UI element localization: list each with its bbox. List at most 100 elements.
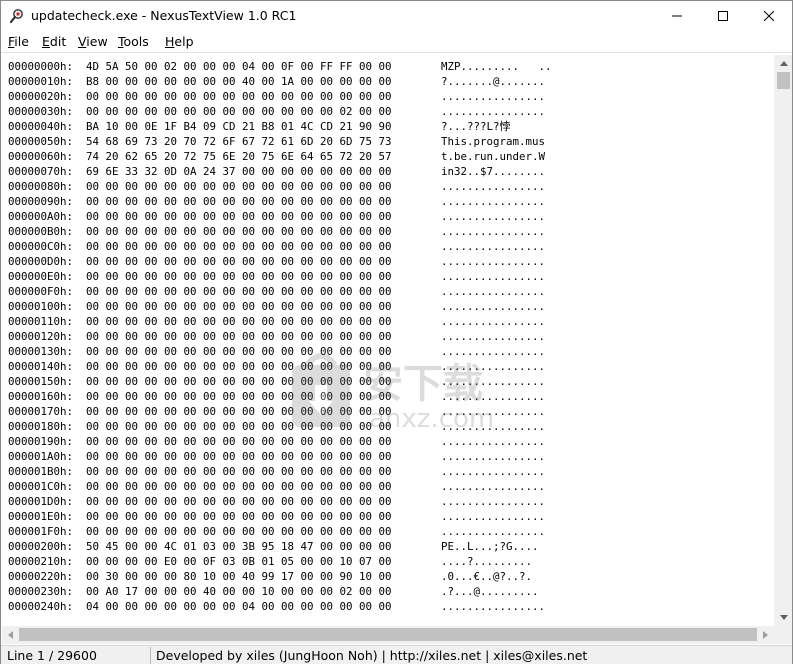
- hex-address: 00000210h:: [8, 555, 74, 568]
- scroll-down-button[interactable]: [775, 609, 792, 626]
- hex-address: 00000150h:: [8, 375, 74, 388]
- scroll-up-button[interactable]: [775, 55, 792, 72]
- hex-row[interactable]: 000000A0h: 00 00 00 00 00 00 00 00 00 00 …: [8, 209, 552, 224]
- hex-ascii: ................: [441, 600, 546, 613]
- hex-address: 00000170h:: [8, 405, 74, 418]
- vertical-scrollbar[interactable]: [774, 55, 792, 626]
- menu-help[interactable]: Help: [165, 34, 194, 49]
- hex-row[interactable]: 00000200h: 50 45 00 00 4C 01 03 00 3B 95 …: [8, 539, 552, 554]
- hex-ascii: ................: [441, 480, 546, 493]
- hex-row[interactable]: 00000050h: 54 68 69 73 20 70 72 6F 67 72 …: [8, 134, 552, 149]
- magnifier-app-icon[interactable]: [9, 8, 25, 24]
- vertical-scroll-thumb[interactable]: [777, 72, 790, 89]
- hex-row[interactable]: 00000230h: 00 A0 17 00 00 00 40 00 00 10 …: [8, 584, 552, 599]
- hex-row[interactable]: 00000160h: 00 00 00 00 00 00 00 00 00 00 …: [8, 389, 552, 404]
- status-divider: [150, 647, 151, 664]
- chevron-up-icon: [779, 61, 788, 66]
- scroll-left-button[interactable]: [2, 626, 19, 643]
- menu-tools[interactable]: Tools: [118, 34, 149, 49]
- hex-row[interactable]: 00000110h: 00 00 00 00 00 00 00 00 00 00 …: [8, 314, 552, 329]
- hex-row[interactable]: 000001C0h: 00 00 00 00 00 00 00 00 00 00 …: [8, 479, 552, 494]
- menu-file[interactable]: File: [8, 34, 29, 49]
- hex-row[interactable]: 000001D0h: 00 00 00 00 00 00 00 00 00 00 …: [8, 494, 552, 509]
- hex-row[interactable]: 00000220h: 00 30 00 00 00 80 10 00 40 99 …: [8, 569, 552, 584]
- hex-address: 00000220h:: [8, 570, 74, 583]
- hex-row[interactable]: 00000010h: B8 00 00 00 00 00 00 00 40 00 …: [8, 74, 552, 89]
- menu-edit[interactable]: Edit: [42, 34, 66, 49]
- hex-row[interactable]: 000001E0h: 00 00 00 00 00 00 00 00 00 00 …: [8, 509, 552, 524]
- maximize-button[interactable]: [700, 1, 746, 31]
- title-bar[interactable]: updatecheck.exe - NexusTextView 1.0 RC1: [1, 1, 792, 31]
- hex-bytes: 00 00 00 00 00 00 00 00 00 00 00 00 00 0…: [86, 105, 392, 118]
- hex-row[interactable]: 00000170h: 00 00 00 00 00 00 00 00 00 00 …: [8, 404, 552, 419]
- horizontal-scrollbar[interactable]: [2, 626, 774, 644]
- hex-bytes: 00 00 00 00 00 00 00 00 00 00 00 00 00 0…: [86, 225, 392, 238]
- hex-row[interactable]: 00000190h: 00 00 00 00 00 00 00 00 00 00 …: [8, 434, 552, 449]
- hex-row[interactable]: 00000020h: 00 00 00 00 00 00 00 00 00 00 …: [8, 89, 552, 104]
- hex-row[interactable]: 000000C0h: 00 00 00 00 00 00 00 00 00 00 …: [8, 239, 552, 254]
- hex-bytes: 74 20 62 65 20 72 75 6E 20 75 6E 64 65 7…: [86, 150, 392, 163]
- hex-ascii: ................: [441, 210, 546, 223]
- hex-row[interactable]: 000000F0h: 00 00 00 00 00 00 00 00 00 00 …: [8, 284, 552, 299]
- hex-address: 000001A0h:: [8, 450, 74, 463]
- minimize-button[interactable]: [654, 1, 700, 31]
- hex-row[interactable]: 000001F0h: 00 00 00 00 00 00 00 00 00 00 …: [8, 524, 552, 539]
- hex-bytes: 00 00 00 00 00 00 00 00 00 00 00 00 00 0…: [86, 405, 392, 418]
- hex-ascii: PE..L...;?G....: [441, 540, 539, 553]
- hex-row[interactable]: 00000240h: 04 00 00 00 00 00 00 00 04 00 …: [8, 599, 552, 614]
- menu-edit-mnemonic: E: [42, 34, 50, 49]
- hex-view-area[interactable]: 00000000h: 4D 5A 50 00 02 00 00 00 04 00 …: [2, 55, 774, 626]
- hex-address: 00000050h:: [8, 135, 74, 148]
- status-credits: Developed by xiles (JungHoon Noh) | http…: [156, 648, 588, 663]
- hex-row[interactable]: 00000180h: 00 00 00 00 00 00 00 00 00 00 …: [8, 419, 552, 434]
- hex-ascii: ................: [441, 225, 546, 238]
- hex-bytes: 00 00 00 00 00 00 00 00 00 00 00 00 00 0…: [86, 195, 392, 208]
- hex-address: 00000180h:: [8, 420, 74, 433]
- hex-address: 000001F0h:: [8, 525, 74, 538]
- hex-row[interactable]: 000000E0h: 00 00 00 00 00 00 00 00 00 00 …: [8, 269, 552, 284]
- hex-bytes: BA 10 00 0E 1F B4 09 CD 21 B8 01 4C CD 2…: [86, 120, 392, 133]
- hex-row[interactable]: 000001B0h: 00 00 00 00 00 00 00 00 00 00 …: [8, 464, 552, 479]
- hex-bytes: 00 00 00 00 00 00 00 00 00 00 00 00 00 0…: [86, 495, 392, 508]
- hex-address: 00000000h:: [8, 60, 74, 73]
- hex-row[interactable]: 000000D0h: 00 00 00 00 00 00 00 00 00 00 …: [8, 254, 552, 269]
- chevron-down-icon: [779, 615, 788, 620]
- hex-row[interactable]: 00000070h: 69 6E 33 32 0D 0A 24 37 00 00 …: [8, 164, 552, 179]
- hex-row[interactable]: 00000140h: 00 00 00 00 00 00 00 00 00 00 …: [8, 359, 552, 374]
- hex-row[interactable]: 00000150h: 00 00 00 00 00 00 00 00 00 00 …: [8, 374, 552, 389]
- menu-view[interactable]: View: [78, 34, 108, 49]
- hex-address: 00000140h:: [8, 360, 74, 373]
- hex-row[interactable]: 00000080h: 00 00 00 00 00 00 00 00 00 00 …: [8, 179, 552, 194]
- hex-address: 00000040h:: [8, 120, 74, 133]
- hex-row[interactable]: 000000B0h: 00 00 00 00 00 00 00 00 00 00 …: [8, 224, 552, 239]
- hex-row[interactable]: 00000120h: 00 00 00 00 00 00 00 00 00 00 …: [8, 329, 552, 344]
- menu-edit-label: dit: [49, 34, 67, 49]
- close-button[interactable]: [746, 1, 792, 31]
- hex-ascii: ................: [441, 255, 546, 268]
- hex-row[interactable]: 00000030h: 00 00 00 00 00 00 00 00 00 00 …: [8, 104, 552, 119]
- hex-row[interactable]: 00000000h: 4D 5A 50 00 02 00 00 00 04 00 …: [8, 59, 552, 74]
- hex-row[interactable]: 00000090h: 00 00 00 00 00 00 00 00 00 00 …: [8, 194, 552, 209]
- hex-bytes: 00 00 00 00 00 00 00 00 00 00 00 00 00 0…: [86, 420, 392, 433]
- hex-ascii: ................: [441, 285, 546, 298]
- hex-ascii: ................: [441, 105, 546, 118]
- hex-row[interactable]: 00000210h: 00 00 00 00 E0 00 0F 03 0B 01 …: [8, 554, 552, 569]
- menu-separator: [1, 52, 792, 53]
- horizontal-scroll-thumb[interactable]: [19, 628, 757, 641]
- hex-bytes: 00 00 00 00 00 00 00 00 00 00 00 00 00 0…: [86, 255, 392, 268]
- hex-address: 000000E0h:: [8, 270, 74, 283]
- hex-bytes: 00 00 00 00 00 00 00 00 00 00 00 00 00 0…: [86, 390, 392, 403]
- hex-row[interactable]: 000001A0h: 00 00 00 00 00 00 00 00 00 00 …: [8, 449, 552, 464]
- hex-bytes: 00 00 00 00 00 00 00 00 00 00 00 00 00 0…: [86, 285, 392, 298]
- window-title: updatecheck.exe - NexusTextView 1.0 RC1: [31, 8, 297, 23]
- scroll-right-button[interactable]: [757, 626, 774, 643]
- hex-row[interactable]: 00000130h: 00 00 00 00 00 00 00 00 00 00 …: [8, 344, 552, 359]
- hex-bytes: 00 00 00 00 00 00 00 00 00 00 00 00 00 0…: [86, 330, 392, 343]
- hex-row[interactable]: 00000100h: 00 00 00 00 00 00 00 00 00 00 …: [8, 299, 552, 314]
- hex-address: 00000010h:: [8, 75, 74, 88]
- hex-row[interactable]: 00000060h: 74 20 62 65 20 72 75 6E 20 75 …: [8, 149, 552, 164]
- hex-address: 000000A0h:: [8, 210, 74, 223]
- hex-row[interactable]: 00000040h: BA 10 00 0E 1F B4 09 CD 21 B8 …: [8, 119, 552, 134]
- hex-address: 00000030h:: [8, 105, 74, 118]
- hex-bytes: 00 00 00 00 00 00 00 00 00 00 00 00 00 0…: [86, 480, 392, 493]
